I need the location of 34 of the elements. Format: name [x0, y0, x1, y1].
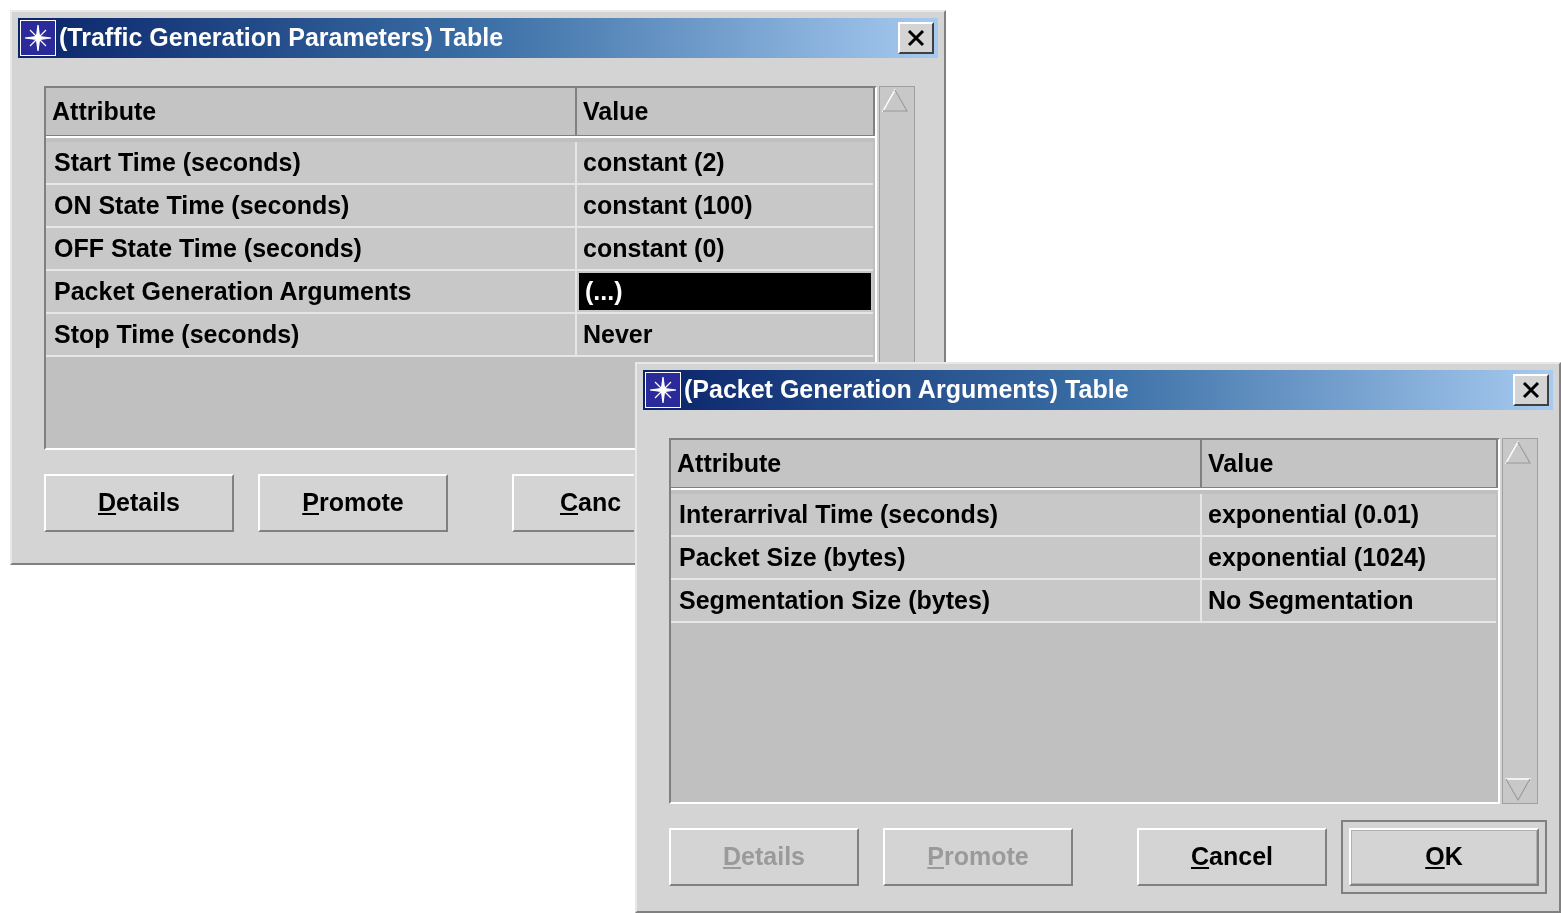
table-cell[interactable]: No Segmentation	[1202, 580, 1496, 621]
table-cell: Start Time (seconds)	[46, 142, 577, 183]
dialog-button[interactable]: Details	[44, 474, 234, 532]
table-cell: Segmentation Size (bytes)	[671, 580, 1202, 621]
scroll-up-arrow-icon[interactable]	[880, 87, 910, 115]
table-cell[interactable]: exponential (1024)	[1202, 537, 1496, 578]
close-button[interactable]	[898, 22, 934, 54]
table-cell[interactable]: (...)	[577, 271, 873, 312]
table-cell: Packet Size (bytes)	[671, 537, 1202, 578]
window-title: (Traffic Generation Parameters) Table	[59, 22, 505, 54]
dialog-button[interactable]: Canc	[512, 474, 634, 532]
scroll-up-arrow-icon[interactable]	[1503, 439, 1533, 467]
close-button[interactable]	[1513, 374, 1549, 406]
column-header[interactable]: Attribute	[671, 440, 1202, 488]
close-icon	[907, 29, 925, 47]
close-icon	[1522, 381, 1540, 399]
scrollbar[interactable]	[1502, 438, 1538, 804]
table-cell: Stop Time (seconds)	[46, 314, 577, 355]
table-cell: OFF State Time (seconds)	[46, 228, 577, 269]
table-cell: Interarrival Time (seconds)	[671, 494, 1202, 535]
column-header[interactable]: Attribute	[46, 88, 577, 136]
window-title: (Packet Generation Arguments) Table	[684, 374, 1130, 406]
scroll-down-arrow-icon[interactable]	[1503, 775, 1533, 803]
column-header[interactable]: Value	[1202, 440, 1498, 488]
dialog-button[interactable]: Cancel	[1137, 828, 1327, 886]
table-cell: ON State Time (seconds)	[46, 185, 577, 226]
table-cell[interactable]: Never	[577, 314, 873, 355]
dialog-button[interactable]: Promote	[258, 474, 448, 532]
table-cell[interactable]: constant (0)	[577, 228, 873, 269]
column-header[interactable]: Value	[577, 88, 875, 136]
table-cell[interactable]: exponential (0.01)	[1202, 494, 1496, 535]
table-cell[interactable]: constant (2)	[577, 142, 873, 183]
table-cell: Packet Generation Arguments	[46, 271, 577, 312]
table-cell[interactable]: constant (100)	[577, 185, 873, 226]
